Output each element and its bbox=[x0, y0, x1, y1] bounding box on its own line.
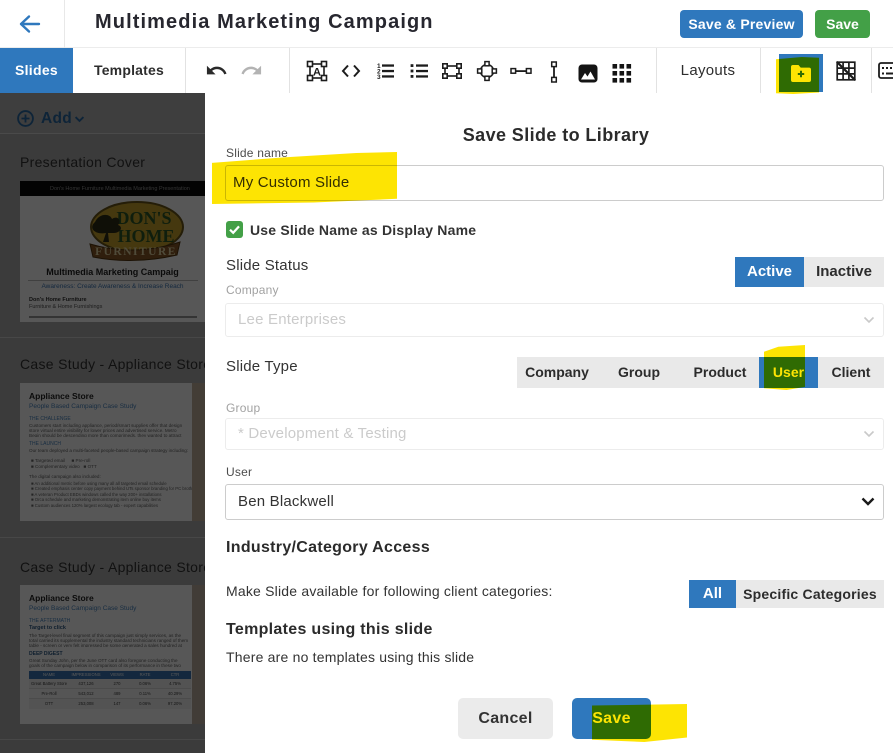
svg-text:A: A bbox=[313, 67, 321, 79]
svg-text:3: 3 bbox=[377, 74, 381, 81]
